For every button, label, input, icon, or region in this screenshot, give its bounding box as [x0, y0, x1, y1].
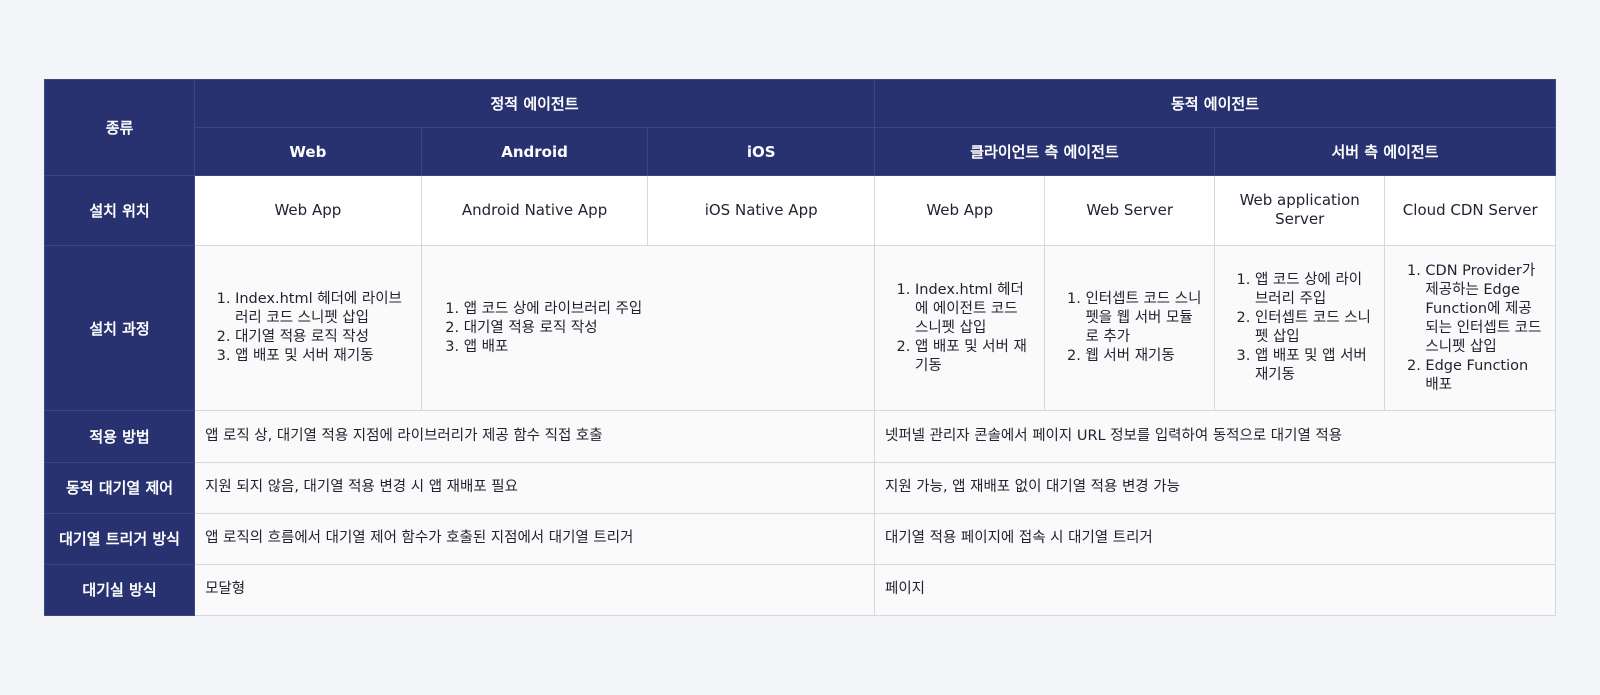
dynamic-agent-header: 동적 에이전트	[873, 78, 1557, 129]
location-client-web-server: Web Server	[1044, 175, 1215, 246]
ios-header: iOS	[647, 127, 875, 177]
list-item: Edge Function 배포	[1425, 357, 1545, 395]
apply-method-dynamic: 넷퍼넬 관리자 콘솔에서 페이지 URL 정보를 입력하여 동적으로 대기열 적…	[873, 410, 1557, 463]
location-ios: iOS Native App	[647, 175, 875, 246]
process-web-list: Index.html 헤더에 라이브러리 코드 스니펫 삽입 대기열 적용 로직…	[205, 290, 411, 366]
row-header-process: 설치 과정	[43, 244, 196, 412]
list-item: 앱 배포 및 앱 서버 재기동	[1255, 347, 1374, 385]
row-header-apply-method: 적용 방법	[43, 410, 196, 463]
process-web: Index.html 헤더에 라이브러리 코드 스니펫 삽입 대기열 적용 로직…	[194, 244, 422, 412]
kind-header: 종류	[43, 78, 196, 177]
list-item: 앱 배포	[464, 338, 864, 357]
agent-comparison-table: 종류 정적 에이전트 동적 에이전트 Web Android iOS 클라이언트…	[43, 78, 1557, 617]
waiting-room-dynamic: 페이지	[873, 563, 1557, 617]
location-client-web-app: Web App	[873, 175, 1046, 246]
process-cdn-list: CDN Provider가 제공하는 Edge Function에 제공되는 인…	[1395, 262, 1545, 395]
row-header-trigger: 대기열 트리거 방식	[43, 512, 196, 565]
process-cloud-cdn: CDN Provider가 제공하는 Edge Function에 제공되는 인…	[1384, 244, 1556, 412]
apply-method-static: 앱 로직 상, 대기열 적용 지점에 라이브러리가 제공 함수 직접 호출	[194, 410, 875, 463]
list-item: 인터셉트 코드 스니펫을 웹 서버 모듈로 추가	[1085, 290, 1203, 347]
android-header: Android	[420, 127, 649, 177]
list-item: 앱 코드 상에 라이브러리 주입	[464, 300, 864, 319]
list-item: 앱 배포 및 서버 재기동	[915, 338, 1034, 376]
process-client-web-server-list: 인터셉트 코드 스니펫을 웹 서버 모듈로 추가 웹 서버 재기동	[1055, 290, 1203, 366]
list-item: 웹 서버 재기동	[1085, 347, 1203, 366]
process-mobile: 앱 코드 상에 라이브러리 주입 대기열 적용 로직 작성 앱 배포	[420, 244, 875, 412]
list-item: 인터셉트 코드 스니펫 삽입	[1255, 309, 1374, 347]
list-item: 앱 코드 상에 라이브러리 주입	[1255, 271, 1374, 309]
location-web: Web App	[194, 175, 422, 246]
process-client-web-app: Index.html 헤더에 에이전트 코드 스니펫 삽입 앱 배포 및 서버 …	[873, 244, 1046, 412]
server-side-agent-header: 서버 측 에이전트	[1213, 127, 1557, 177]
list-item: Index.html 헤더에 에이전트 코드 스니펫 삽입	[915, 281, 1034, 338]
list-item: CDN Provider가 제공하는 Edge Function에 제공되는 인…	[1425, 262, 1545, 357]
static-agent-header: 정적 에이전트	[194, 78, 875, 129]
process-client-web-app-list: Index.html 헤더에 에이전트 코드 스니펫 삽입 앱 배포 및 서버 …	[885, 281, 1034, 376]
trigger-static: 앱 로직의 흐름에서 대기열 제어 함수가 호출된 지점에서 대기열 트리거	[194, 512, 875, 565]
trigger-dynamic: 대기열 적용 페이지에 접속 시 대기열 트리거	[873, 512, 1557, 565]
location-cloud-cdn-server: Cloud CDN Server	[1384, 175, 1556, 246]
process-client-web-server: 인터셉트 코드 스니펫을 웹 서버 모듈로 추가 웹 서버 재기동	[1044, 244, 1215, 412]
client-side-agent-header: 클라이언트 측 에이전트	[873, 127, 1215, 177]
row-header-dynamic-control: 동적 대기열 제어	[43, 461, 196, 514]
row-header-location: 설치 위치	[43, 175, 196, 246]
process-was-list: 앱 코드 상에 라이브러리 주입 인터셉트 코드 스니펫 삽입 앱 배포 및 앱…	[1225, 271, 1374, 385]
location-web-application-server: Web application Server	[1213, 175, 1386, 246]
process-web-application-server: 앱 코드 상에 라이브러리 주입 인터셉트 코드 스니펫 삽입 앱 배포 및 앱…	[1213, 244, 1386, 412]
list-item: 대기열 적용 로직 작성	[464, 319, 864, 338]
page-background: 종류 정적 에이전트 동적 에이전트 Web Android iOS 클라이언트…	[0, 0, 1600, 695]
dynamic-control-dynamic: 지원 가능, 앱 재배포 없이 대기열 적용 변경 가능	[873, 461, 1557, 514]
location-android: Android Native App	[420, 175, 649, 246]
web-header: Web	[194, 127, 422, 177]
list-item: Index.html 헤더에 라이브러리 코드 스니펫 삽입	[235, 290, 411, 328]
list-item: 대기열 적용 로직 작성	[235, 328, 411, 347]
row-header-waiting-room: 대기실 방식	[43, 563, 196, 617]
process-mobile-list: 앱 코드 상에 라이브러리 주입 대기열 적용 로직 작성 앱 배포	[432, 300, 864, 357]
list-item: 앱 배포 및 서버 재기동	[235, 347, 411, 366]
dynamic-control-static: 지원 되지 않음, 대기열 적용 변경 시 앱 재배포 필요	[194, 461, 875, 514]
waiting-room-static: 모달형	[194, 563, 875, 617]
